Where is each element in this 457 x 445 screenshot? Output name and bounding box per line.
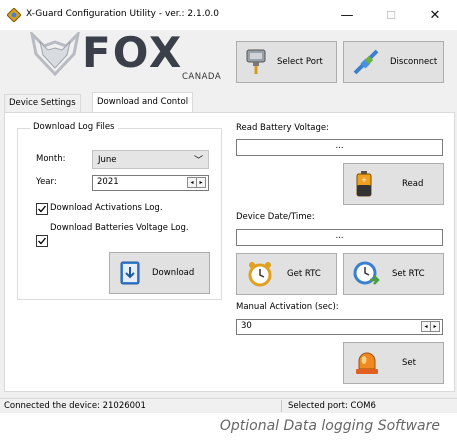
manual-activation-value: 30 <box>241 321 252 331</box>
battery-icon: + <box>356 171 372 197</box>
logo-brand-text: FOX <box>82 28 184 77</box>
minimize-button[interactable]: — <box>325 0 369 30</box>
chevron-down-icon: ﹀ <box>193 156 203 166</box>
status-divider <box>281 400 282 412</box>
year-label: Year: <box>36 177 57 187</box>
spin-left-icon[interactable]: ◂ <box>188 178 196 187</box>
read-battery-button[interactable]: + Read <box>343 163 444 205</box>
set-label: Set <box>402 358 416 368</box>
battery-voltage-field: ... <box>236 139 443 156</box>
caption-text: Optional Data logging Software <box>219 418 440 434</box>
set-activation-button[interactable]: Set <box>343 342 444 384</box>
alarm-clock-icon <box>248 262 272 287</box>
select-port-label: Select Port <box>277 57 323 67</box>
set-rtc-label: Set RTC <box>392 269 425 279</box>
read-label: Read <box>402 179 424 189</box>
download-icon <box>120 261 140 285</box>
spin-right-icon[interactable]: ▸ <box>196 178 205 187</box>
maximize-button[interactable]: ☐ <box>369 0 413 30</box>
tab-download-and-control[interactable]: Download and Contol <box>92 92 194 112</box>
status-bar: Connected the device: 21026001 Selected … <box>0 398 457 413</box>
beacon-light-icon <box>356 352 378 374</box>
checkmark-icon <box>38 237 47 245</box>
activations-label: Download Activations Log. <box>50 203 163 213</box>
download-group-title: Download Log Files <box>30 122 118 132</box>
disconnect-button[interactable]: Disconnect <box>343 41 444 83</box>
connection-status: Connected the device: 21026001 <box>4 401 146 411</box>
tab-bar: Device Settings Download and Contol <box>0 92 457 112</box>
device-datetime-field: ... <box>236 229 443 246</box>
app-diamond-icon <box>7 8 21 22</box>
serial-port-icon <box>246 49 266 74</box>
set-rtc-button[interactable]: Set RTC <box>343 253 444 295</box>
manual-spin-buttons[interactable]: ◂ ▸ <box>421 321 440 332</box>
device-datetime-label: Device Date/Time: <box>236 212 315 222</box>
battery-log-checkbox[interactable] <box>36 235 48 247</box>
month-select[interactable]: June ﹀ <box>92 150 209 169</box>
battery-log-label: Download Batteries Voltage Log. <box>50 223 189 233</box>
month-label: Month: <box>36 154 66 164</box>
year-value: 2021 <box>97 177 119 187</box>
battery-voltage-label: Read Battery Voltage: <box>236 123 329 133</box>
clock-set-icon <box>353 261 380 285</box>
logo-sub-text: CANADA <box>182 72 222 82</box>
port-status: Selected port: COM6 <box>288 401 376 411</box>
disconnect-plug-icon <box>353 49 379 75</box>
svg-text:+: + <box>361 176 367 184</box>
get-rtc-button[interactable]: Get RTC <box>236 253 337 295</box>
download-label: Download <box>152 268 195 278</box>
get-rtc-label: Get RTC <box>287 269 321 279</box>
spin-right-icon[interactable]: ▸ <box>430 322 439 331</box>
checkmark-icon <box>38 205 47 213</box>
manual-activation-label: Manual Activation (sec): <box>236 302 339 312</box>
activations-checkbox[interactable] <box>36 203 48 215</box>
close-button[interactable]: ✕ <box>413 0 457 30</box>
window-title: X-Guard Configuration Utility - ver.: 2.… <box>26 9 219 19</box>
select-port-button[interactable]: Select Port <box>236 41 337 83</box>
year-stepper[interactable]: 2021 ◂ ▸ <box>92 175 209 191</box>
manual-activation-stepper[interactable]: 30 ◂ ▸ <box>236 319 443 335</box>
download-button[interactable]: Download <box>109 252 210 294</box>
month-value: June <box>98 154 117 165</box>
year-spin-buttons[interactable]: ◂ ▸ <box>187 177 206 188</box>
spin-left-icon[interactable]: ◂ <box>422 322 430 331</box>
fox-canada-logo: FOX CANADA <box>0 30 230 92</box>
tab-device-settings[interactable]: Device Settings <box>4 94 81 112</box>
disconnect-label: Disconnect <box>390 57 438 67</box>
fox-head-icon <box>30 32 80 76</box>
